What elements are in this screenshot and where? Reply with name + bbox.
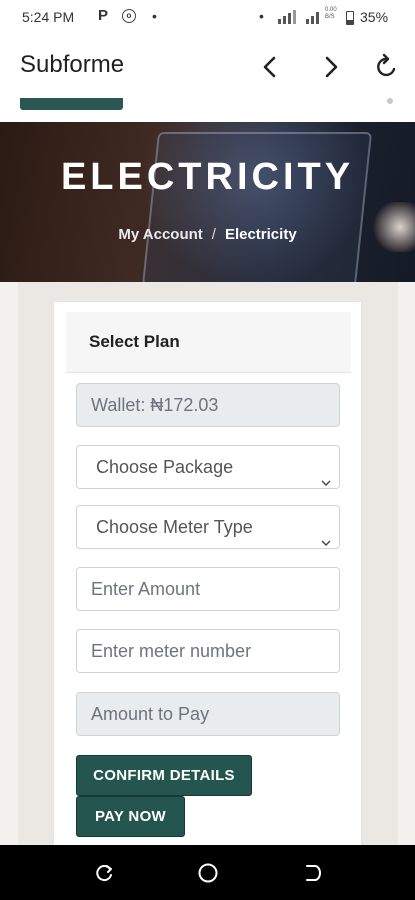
wallet-balance: Wallet: ₦172.03 [91,395,219,415]
electricity-form-card: Select Plan Wallet: ₦172.03 Choose Packa… [53,301,362,861]
recents-icon[interactable] [93,862,115,884]
breadcrumb: My Account / Electricity [0,226,415,243]
meter-number-placeholder: Enter meter number [91,641,252,661]
network-speed-value: 0.00 [325,7,337,13]
parking-icon: P [98,7,109,24]
status-time: 5:24 PM [22,9,75,25]
hero-laptop-image [141,132,373,282]
meter-number-input[interactable]: Enter meter number [76,629,340,673]
browser-toolbar: Subforme [0,36,415,98]
meter-type-select-value: Choose Meter Type [96,517,253,537]
circle-notification-icon: o [122,9,136,23]
chevron-down-icon [321,461,331,486]
wallet-field: Wallet: ₦172.03 [76,383,340,427]
status-dot-icon: • [259,8,264,24]
chevron-down-icon [321,521,331,546]
amount-to-pay-placeholder: Amount to Pay [91,704,210,724]
breadcrumb-current: Electricity [224,226,297,243]
home-icon[interactable] [197,862,219,884]
back-nav-icon[interactable] [301,862,323,884]
forward-icon[interactable] [316,52,346,82]
battery-icon [346,11,354,25]
amount-input[interactable]: Enter Amount [76,567,340,611]
android-nav-bar [0,845,415,900]
status-bar: 5:24 PM P o • • 0.00 B/S 35% [0,0,415,36]
reload-icon[interactable] [372,52,402,82]
hero-banner: ELECTRICITY My Account / Electricity [0,122,415,282]
page-top-strip [0,98,415,122]
menu-button-stub[interactable] [20,98,123,110]
confirm-details-button[interactable]: CONFIRM DETAILS [76,755,252,796]
package-select[interactable]: Choose Package [76,445,340,489]
back-icon[interactable] [255,52,285,82]
network-speed: 0.00 B/S [325,7,337,21]
amount-placeholder: Enter Amount [91,579,201,599]
signal-2-icon [305,10,323,27]
breadcrumb-separator: / [211,226,216,243]
browser-title: Subforme [20,51,125,78]
page-title: ELECTRICITY [60,156,355,198]
card-title: Select Plan [89,332,180,351]
signal-icon [276,10,300,27]
breadcrumb-my-account[interactable]: My Account [118,226,202,243]
battery-percent: 35% [360,9,389,25]
card-header: Select Plan [66,312,351,373]
notification-dot-icon: • [152,8,157,24]
package-select-value: Choose Package [96,457,234,477]
meter-type-select[interactable]: Choose Meter Type [76,505,340,549]
scroll-indicator [387,98,393,104]
amount-to-pay-field: Amount to Pay [76,692,340,736]
network-speed-unit: B/S [325,14,335,20]
pay-now-button[interactable]: PAY NOW [76,796,185,837]
